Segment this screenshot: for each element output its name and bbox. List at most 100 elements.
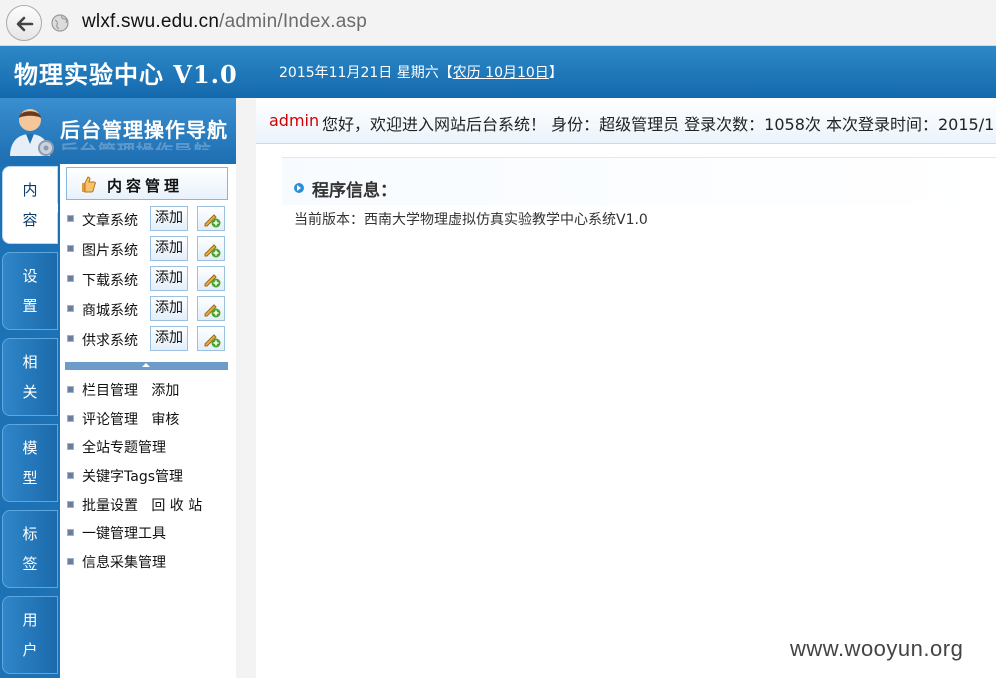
url-path: /admin/Index.asp bbox=[219, 11, 368, 32]
watermark: www.wooyun.org bbox=[790, 636, 964, 661]
address-bar[interactable]: wlxf.swu.edu.cn/admin/Index.asp bbox=[82, 11, 367, 33]
tab-label-char: 置 bbox=[22, 297, 38, 315]
frame-divider bbox=[236, 98, 256, 678]
menu-system-row: 图片系统 添加 bbox=[66, 236, 236, 262]
url-domain: wlxf.swu.edu.cn bbox=[82, 11, 220, 32]
bullet-icon bbox=[67, 386, 74, 393]
nav-header: 后台管理操作导航 后台管理操作导航 bbox=[0, 98, 236, 164]
add-image-button[interactable]: 添加 bbox=[150, 236, 188, 261]
tab-label-char: 内 bbox=[22, 181, 38, 199]
tab-label-char: 设 bbox=[22, 267, 38, 285]
version-text: 当前版本：西南大学物理虚拟仿真实验教学中心系统V1.0 bbox=[294, 212, 648, 228]
edit-image-button[interactable] bbox=[197, 236, 225, 261]
lunar-bracket-close: 】 bbox=[548, 65, 563, 81]
system-link-article[interactable]: 文章系统 bbox=[82, 210, 138, 230]
add-shop-button[interactable]: 添加 bbox=[150, 296, 188, 321]
tab-label-char: 标 bbox=[22, 525, 38, 543]
system-link-download[interactable]: 下载系统 bbox=[82, 270, 138, 290]
bullet-icon bbox=[67, 215, 74, 222]
add-download-button[interactable]: 添加 bbox=[150, 266, 188, 291]
menu-link-row: 评论管理 审核 bbox=[66, 407, 236, 431]
menu-system-row: 商城系统 添加 bbox=[66, 296, 236, 322]
add-article-button[interactable]: 添加 bbox=[150, 206, 188, 231]
add-supply-button[interactable]: 添加 bbox=[150, 326, 188, 351]
lunar-bracket-open: 【 bbox=[438, 65, 453, 81]
system-link-image[interactable]: 图片系统 bbox=[82, 240, 138, 260]
site-title: 物理实验中心 V1.0 bbox=[14, 60, 238, 89]
edit-supply-button[interactable] bbox=[197, 326, 225, 351]
bullet-icon bbox=[67, 558, 74, 565]
lunar-date-link[interactable]: 农历 10月10日 bbox=[453, 65, 549, 81]
pencil-add-icon bbox=[204, 304, 221, 318]
menu-link-row: 一键管理工具 bbox=[66, 521, 236, 545]
menu-system-row: 供求系统 添加 bbox=[66, 326, 236, 352]
tab-label-char: 型 bbox=[22, 469, 38, 487]
content-menu: 内容管理 文章系统 添加 图片系统 添加 下载系统 添加 商城系统 添加 供求系 bbox=[60, 164, 236, 678]
menu-link-row: 信息采集管理 bbox=[66, 550, 236, 574]
link-batch-settings[interactable]: 批量设置 回 收 站 bbox=[82, 495, 202, 515]
link-topic-management[interactable]: 全站专题管理 bbox=[82, 437, 166, 457]
bullet-icon bbox=[67, 529, 74, 536]
pencil-add-icon bbox=[204, 274, 221, 288]
link-comment-management[interactable]: 评论管理 审核 bbox=[82, 409, 179, 429]
menu-system-row: 下载系统 添加 bbox=[66, 266, 236, 292]
tab-label-char: 模 bbox=[22, 439, 38, 457]
bullet-icon bbox=[67, 472, 74, 479]
back-arrow-icon bbox=[16, 16, 34, 32]
menu-link-row: 全站专题管理 bbox=[66, 435, 236, 459]
top-banner: 物理实验中心 V1.0 2015年11月21日 星期六【农历 10月10日】 bbox=[0, 46, 996, 98]
edit-shop-button[interactable] bbox=[197, 296, 225, 321]
tab-tags[interactable]: 标 签 bbox=[2, 510, 58, 588]
back-button[interactable] bbox=[6, 5, 42, 41]
bullet-icon bbox=[67, 501, 74, 508]
tab-content[interactable]: 内 容 bbox=[2, 166, 58, 244]
date-text: 2015年11月21日 星期六 bbox=[279, 65, 439, 81]
tab-label-char: 签 bbox=[22, 555, 38, 573]
tab-label-char: 相 bbox=[22, 353, 38, 371]
globe-icon bbox=[51, 14, 69, 32]
tab-related[interactable]: 相 关 bbox=[2, 338, 58, 416]
bullet-icon bbox=[67, 275, 74, 282]
tab-users[interactable]: 用 户 bbox=[2, 596, 58, 674]
collapse-divider[interactable] bbox=[65, 362, 228, 370]
tab-models[interactable]: 模 型 bbox=[2, 424, 58, 502]
pencil-add-icon bbox=[204, 244, 221, 258]
edit-download-button[interactable] bbox=[197, 266, 225, 291]
system-link-supply[interactable]: 供求系统 bbox=[82, 330, 138, 350]
bullet-icon bbox=[67, 443, 74, 450]
link-tags-management[interactable]: 关键字Tags管理 bbox=[82, 466, 183, 486]
bullet-icon bbox=[67, 335, 74, 342]
main-content: 程序信息： 当前版本：西南大学物理虚拟仿真实验教学中心系统V1.0 bbox=[256, 145, 996, 678]
pencil-add-icon bbox=[204, 334, 221, 348]
admin-user-icon bbox=[10, 109, 54, 156]
collapse-up-icon bbox=[142, 363, 150, 367]
arrow-circle-icon bbox=[294, 183, 304, 193]
menu-header: 内容管理 bbox=[66, 167, 228, 200]
program-info-title: 程序信息： bbox=[312, 181, 397, 201]
tab-label-char: 容 bbox=[22, 211, 38, 229]
link-info-collection[interactable]: 信息采集管理 bbox=[82, 552, 166, 572]
system-link-shop[interactable]: 商城系统 bbox=[82, 300, 138, 320]
menu-link-row: 批量设置 回 收 站 bbox=[66, 493, 236, 517]
thumbs-up-icon bbox=[82, 176, 96, 193]
link-category-management[interactable]: 栏目管理 添加 bbox=[82, 380, 179, 400]
tab-settings[interactable]: 设 置 bbox=[2, 252, 58, 330]
nav-header-reflection: 后台管理操作导航 bbox=[60, 138, 212, 150]
program-info-box: 程序信息： bbox=[282, 157, 996, 205]
menu-link-row: 栏目管理 添加 bbox=[66, 378, 236, 402]
menu-header-title: 内容管理 bbox=[107, 177, 184, 195]
tab-label-char: 户 bbox=[22, 641, 38, 659]
welcome-message: 您好，欢迎进入网站后台系统！ 身份：超级管理员 登录次数：1058次 本次登录时… bbox=[322, 115, 995, 134]
browser-toolbar: wlxf.swu.edu.cn/admin/Index.asp bbox=[0, 0, 996, 46]
tab-label-char: 用 bbox=[22, 611, 38, 629]
pencil-add-icon bbox=[204, 214, 221, 228]
bullet-icon bbox=[67, 305, 74, 312]
menu-system-row: 文章系统 添加 bbox=[66, 206, 236, 232]
menu-link-row: 关键字Tags管理 bbox=[66, 464, 236, 488]
active-tab-arrow-icon bbox=[53, 203, 58, 213]
tab-label-char: 关 bbox=[22, 383, 38, 401]
welcome-username: admin bbox=[269, 111, 320, 130]
vertical-tab-bar: 内 容 设 置 相 关 模 型 标 签 用 户 bbox=[0, 164, 60, 678]
edit-article-button[interactable] bbox=[197, 206, 225, 231]
link-one-click-tools[interactable]: 一键管理工具 bbox=[82, 523, 166, 543]
